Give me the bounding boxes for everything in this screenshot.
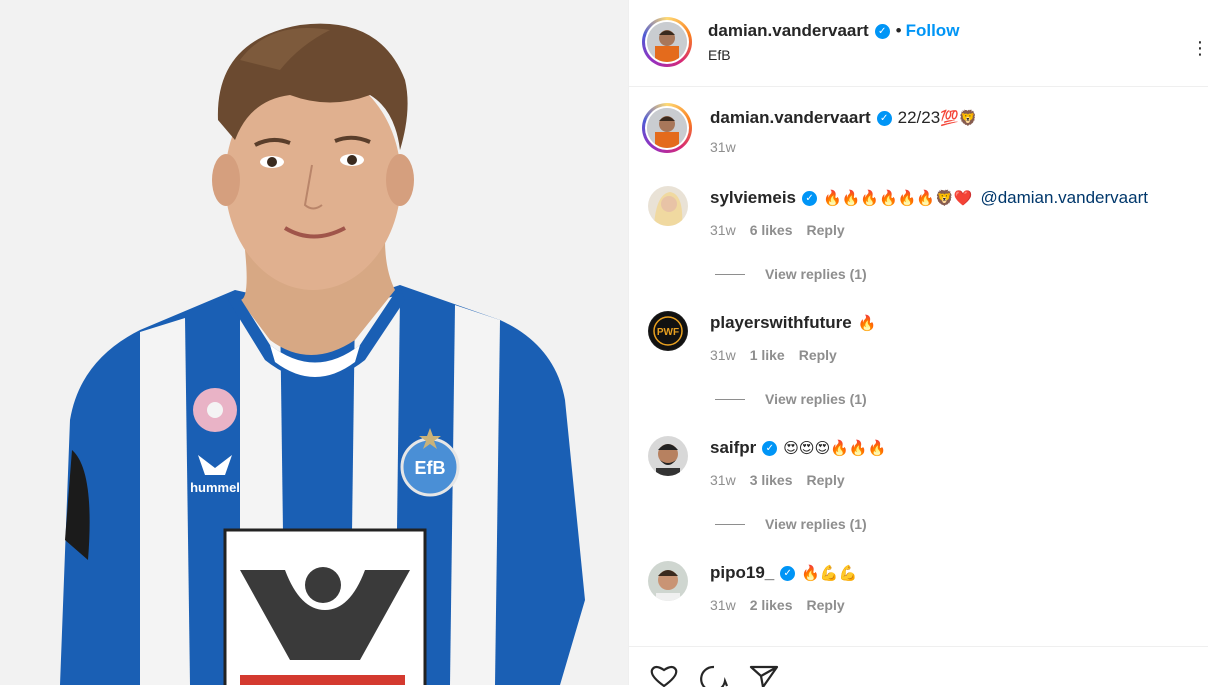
caption-emoji: 💯🦁	[940, 110, 978, 127]
separator-dot: •	[895, 21, 902, 40]
caption-text: 22/23	[897, 108, 941, 127]
view-replies-label: View replies (1)	[765, 516, 867, 532]
author-avatar[interactable]	[642, 17, 692, 67]
reply-button[interactable]: Reply	[799, 347, 837, 363]
replies-line	[715, 398, 745, 400]
follow-button[interactable]: Follow	[906, 21, 960, 41]
pwf-avatar-text: PWF	[657, 327, 679, 338]
caption-username[interactable]: damian.vandervaart	[710, 108, 871, 128]
comment-username[interactable]: playerswithfuture	[710, 313, 852, 333]
comment-time[interactable]: 31w	[710, 347, 736, 363]
caption-time[interactable]: 31w	[710, 139, 736, 155]
avatar[interactable]	[648, 561, 688, 601]
caption-avatar[interactable]	[642, 103, 692, 153]
share-icon[interactable]	[749, 665, 779, 687]
comment-username[interactable]: pipo19_	[710, 563, 774, 583]
heart-icon[interactable]	[649, 665, 679, 687]
comment-emoji: 😍😍😍🔥🔥🔥	[783, 440, 887, 457]
comment-username[interactable]: sylviemeis	[710, 188, 796, 208]
sponsor-text: hummel	[190, 480, 240, 495]
comment-username[interactable]: saifpr	[710, 438, 756, 458]
action-bar	[629, 646, 1208, 687]
post-location[interactable]: EfB	[708, 47, 731, 63]
comment-likes[interactable]: 6 likes	[750, 222, 793, 238]
view-replies-label: View replies (1)	[765, 391, 867, 407]
view-replies-button[interactable]: View replies (1)	[715, 391, 867, 407]
player-photo: hummel EfB	[60, 23, 585, 685]
comment-time[interactable]: 31w	[710, 222, 736, 238]
comment-time[interactable]: 31w	[710, 597, 736, 613]
post-photo[interactable]: hummel EfB	[0, 0, 628, 685]
comment-time[interactable]: 31w	[710, 472, 736, 488]
comment-mention[interactable]: @damian.vandervaart	[980, 188, 1148, 208]
post-side-panel: damian.vandervaart ✓ • Follow EfB ⋮ dami…	[628, 0, 1208, 687]
verified-icon: ✓	[874, 23, 890, 39]
post-header: damian.vandervaart ✓ • Follow EfB ⋮	[629, 0, 1208, 87]
avatar[interactable]	[648, 436, 688, 476]
comment-icon[interactable]	[699, 665, 729, 687]
reply-button[interactable]: Reply	[807, 222, 845, 238]
view-replies-button[interactable]: View replies (1)	[715, 266, 867, 282]
view-replies-label: View replies (1)	[765, 266, 867, 282]
crest-text: EfB	[415, 458, 446, 478]
view-replies-button[interactable]: View replies (1)	[715, 516, 867, 532]
comment-emoji: 🔥	[857, 315, 877, 332]
more-options-icon[interactable]: ⋮	[1191, 38, 1208, 59]
avatar[interactable]	[648, 186, 688, 226]
comment-emoji: 🔥🔥🔥🔥🔥🔥🦁❤️	[823, 190, 973, 207]
comment-likes[interactable]: 1 like	[750, 347, 785, 363]
replies-line	[715, 523, 745, 525]
avatar[interactable]: PWF	[648, 311, 688, 351]
reply-button[interactable]: Reply	[807, 597, 845, 613]
verified-icon: ✓	[802, 190, 818, 206]
replies-line	[715, 273, 745, 275]
author-username[interactable]: damian.vandervaart	[708, 21, 869, 41]
comment-likes[interactable]: 3 likes	[750, 472, 793, 488]
comment-likes[interactable]: 2 likes	[750, 597, 793, 613]
reply-button[interactable]: Reply	[807, 472, 845, 488]
verified-icon: ✓	[876, 110, 892, 126]
comment-emoji: 🔥💪💪	[801, 565, 858, 582]
verified-icon: ✓	[780, 565, 796, 581]
verified-icon: ✓	[762, 440, 778, 456]
